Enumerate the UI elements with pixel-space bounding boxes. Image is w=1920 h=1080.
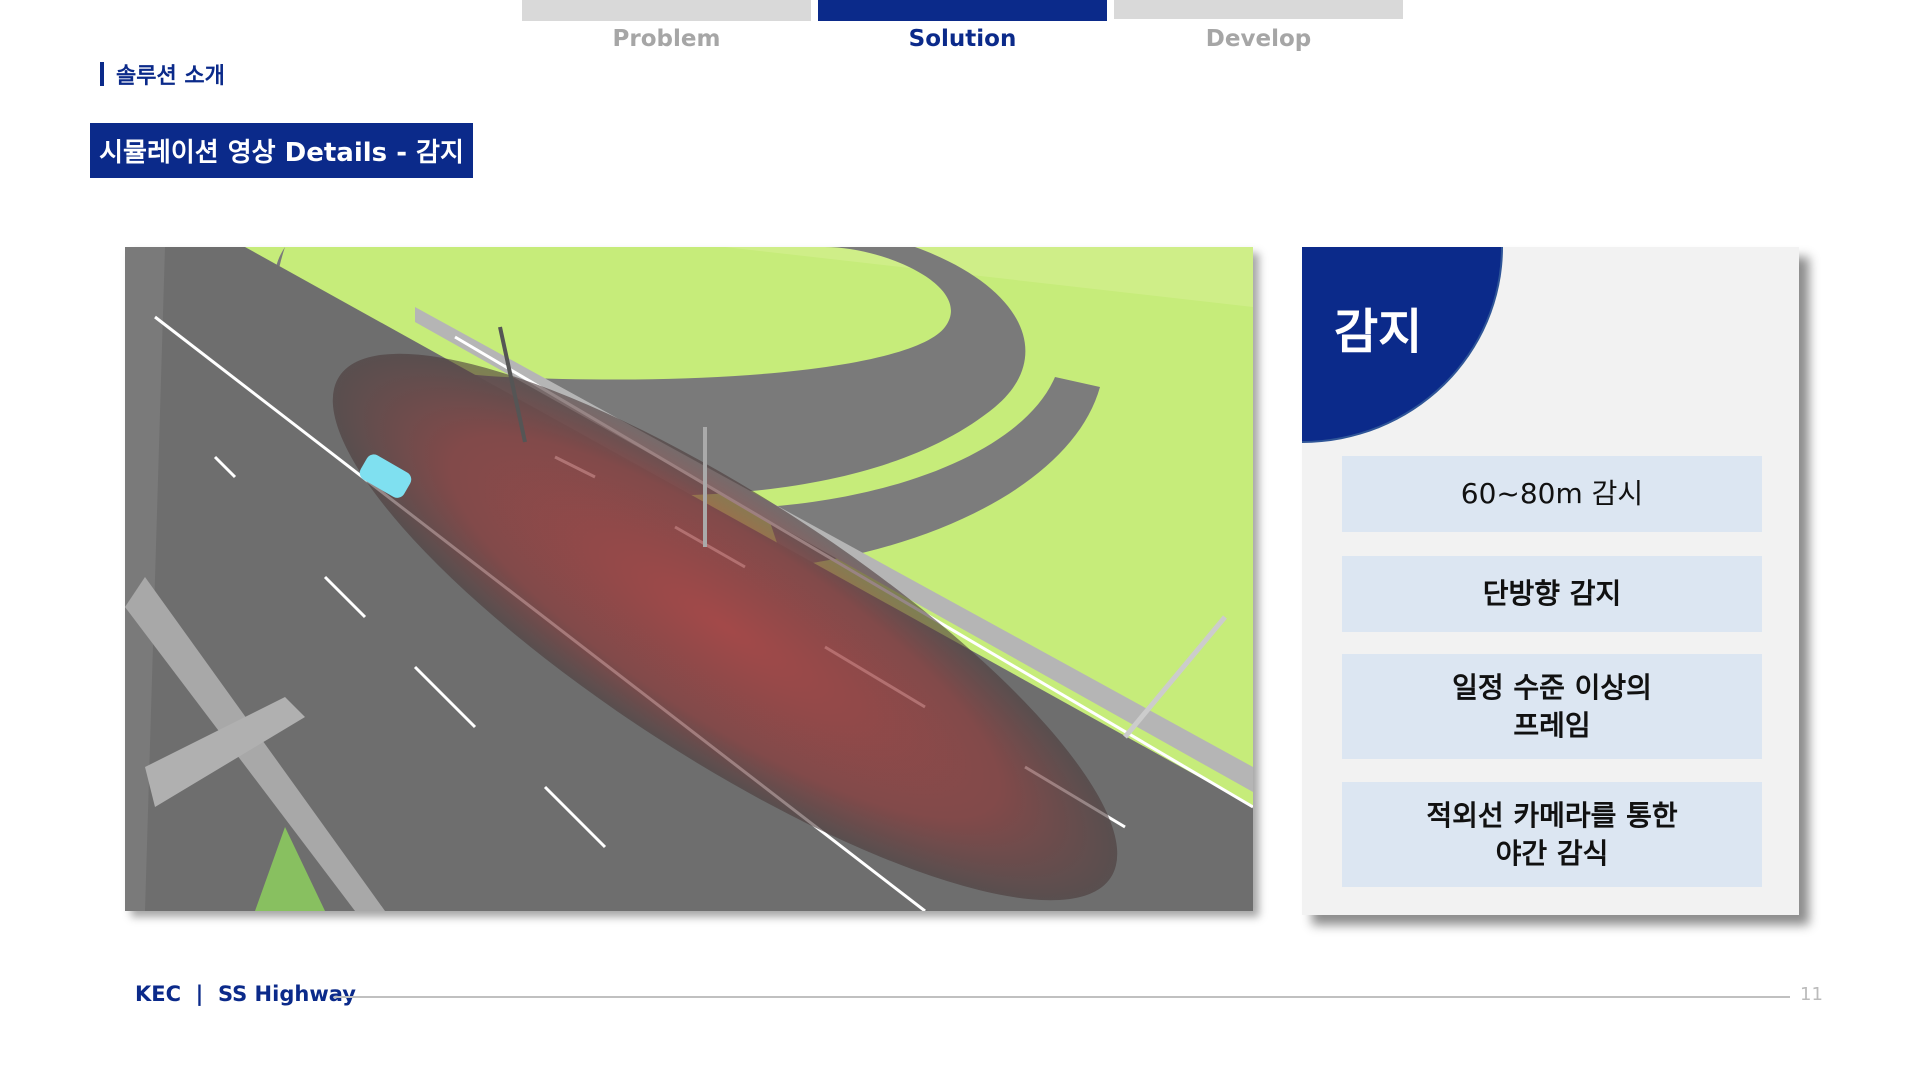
page-title-text: 시뮬레이션 영상 Details - 감지	[99, 138, 464, 168]
page-number: 11	[1800, 984, 1823, 1005]
tab-develop-bar[interactable]	[1114, 0, 1403, 19]
panel-heading: 감지	[1334, 304, 1423, 360]
detection-panel: 감지 60~80m 감시 단방향 감지 일정 수준 이상의 프레임 적외선 카메…	[1302, 247, 1799, 915]
section-label: 솔루션 소개	[100, 58, 225, 90]
feature-item: 60~80m 감시	[1342, 456, 1762, 532]
panel-heading-badge: 감지	[1302, 247, 1503, 443]
section-label-text: 솔루션 소개	[116, 64, 225, 89]
tab-solution-bar[interactable]	[818, 0, 1107, 21]
simulation-render	[125, 247, 1253, 911]
feature-item: 적외선 카메라를 통한 야간 감식	[1342, 782, 1762, 887]
simulation-image	[125, 247, 1253, 911]
footer-divider	[334, 996, 1790, 998]
tab-problem[interactable]: Problem	[522, 26, 811, 52]
section-bar	[100, 62, 104, 86]
tab-problem-bar[interactable]	[522, 0, 811, 21]
page-title: 시뮬레이션 영상 Details - 감지	[90, 123, 473, 178]
tab-solution[interactable]: Solution	[818, 26, 1107, 52]
feature-item: 단방향 감지	[1342, 556, 1762, 632]
feature-item: 일정 수준 이상의 프레임	[1342, 654, 1762, 759]
footer-brand: KEC | SS Highway	[135, 982, 356, 1006]
tab-develop[interactable]: Develop	[1114, 26, 1403, 52]
